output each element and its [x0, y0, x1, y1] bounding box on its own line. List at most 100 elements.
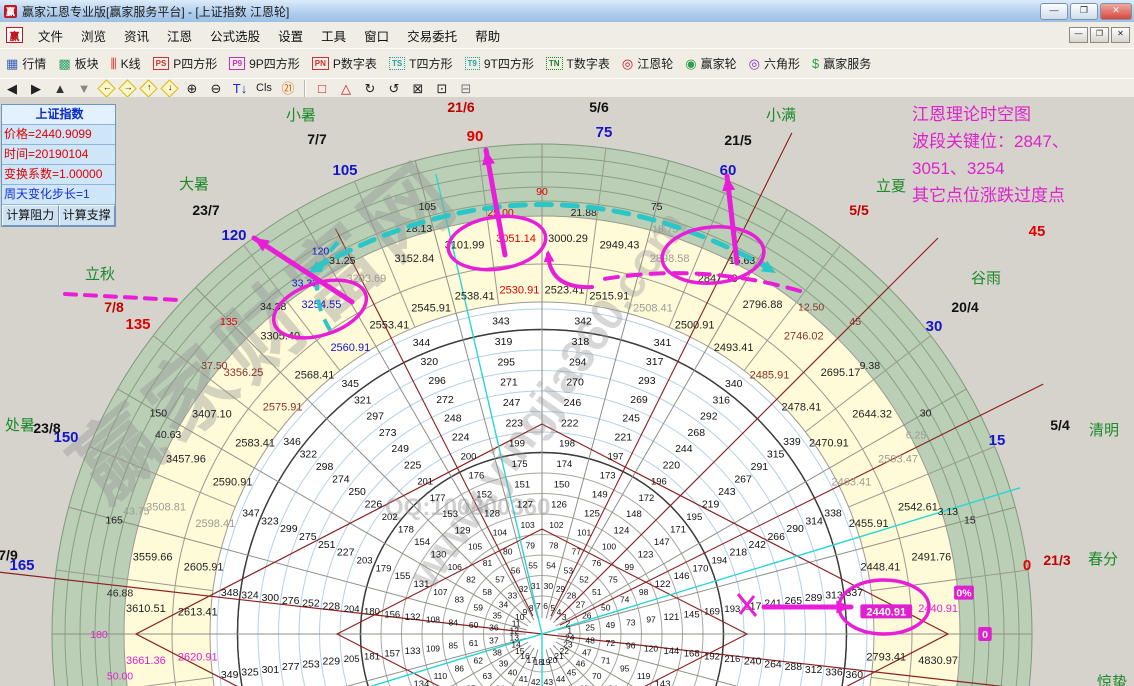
menu-bar: 赢 文件浏览资讯江恩公式选股设置工具窗口交易委托帮助 — ❐ ✕ [0, 22, 1134, 49]
spiral-number: 73 [626, 617, 636, 627]
spiral-number: 128 [484, 508, 500, 519]
diamond-up-icon[interactable]: ↑ [139, 79, 157, 97]
menu-item-浏览[interactable]: 浏览 [72, 28, 115, 46]
spiral-number: 250 [348, 486, 366, 498]
winner-wheel-icon: ◉ [685, 57, 696, 70]
spiral-number: 298 [316, 461, 334, 473]
date-label-5/5: 5/5 [849, 202, 869, 218]
diamond-right-icon[interactable]: → [118, 79, 136, 97]
price-inner-ring-value: 2530.91 [500, 285, 540, 297]
degree-ring-value: 30 [920, 408, 932, 420]
menu-item-资讯[interactable]: 资讯 [115, 28, 158, 46]
shrink-icon[interactable]: ⊡ [430, 80, 454, 97]
price-inner-ring-value: 2575.91 [263, 402, 303, 414]
toolbar-label: 赢家服务 [823, 55, 871, 72]
toolbar-button-T四方形[interactable]: TST四方形 [383, 53, 459, 74]
price-outer-ring-value: 3356.25 [224, 367, 264, 379]
toolbar-button-P四方形[interactable]: PSP四方形 [147, 53, 224, 74]
toolbar-button-江恩轮[interactable]: ◎江恩轮 [616, 53, 679, 74]
triangle-tool-icon[interactable]: △ [334, 80, 358, 97]
spiral-number: 25 [585, 623, 595, 633]
toolbar-button-赢家轮[interactable]: ◉赢家轮 [679, 53, 742, 74]
diamond-down-icon[interactable]: ↓ [160, 79, 178, 97]
expand-icon[interactable]: ⊠ [406, 80, 430, 97]
cls-button[interactable]: Cls [252, 80, 276, 97]
spiral-number: 292 [700, 411, 718, 423]
calc-resistance-button[interactable]: 计算阻力 [2, 205, 59, 226]
calendar-icon[interactable]: ㉑ [276, 80, 300, 97]
menu-item-文件[interactable]: 文件 [29, 28, 72, 46]
toolbar-button-赢家服务[interactable]: $赢家服务 [806, 53, 877, 74]
annotation-line: 其它点位涨跌过度点 [912, 182, 1130, 209]
degree-label-105: 105 [332, 162, 357, 179]
screen-icon[interactable]: ⊟ [454, 80, 478, 97]
date-label-21/3: 21/3 [1043, 552, 1070, 568]
close-button[interactable]: ✕ [1100, 3, 1132, 20]
menu-item-帮助[interactable]: 帮助 [466, 28, 509, 46]
percent-ring-value: 3.13 [938, 506, 959, 518]
spiral-number: 36 [489, 623, 499, 633]
spiral-number: 149 [592, 489, 608, 500]
prev-icon[interactable]: ◀ [0, 80, 24, 97]
percent-ring-value: 0% [956, 588, 972, 600]
spiral-number: 125 [584, 508, 600, 519]
rotate-cw-icon[interactable]: ↻ [358, 80, 382, 97]
spiral-number: 172 [638, 493, 654, 504]
minimize-button[interactable]: — [1040, 3, 1068, 20]
menu-item-江恩[interactable]: 江恩 [158, 28, 201, 46]
price-outer-ring-value: 2440.91 [918, 603, 958, 615]
toolbar-button-9P四方形[interactable]: P99P四方形 [223, 53, 305, 74]
calc-support-button[interactable]: 计算支撑 [59, 205, 116, 226]
toolbar-button-P数字表[interactable]: PNP数字表 [306, 53, 383, 74]
spiral-number: 336 [825, 666, 843, 678]
toolbar-button-9T四方形[interactable]: T99T四方形 [459, 53, 540, 74]
price-outer-ring-value: 3000.29 [548, 233, 588, 245]
rotate-right-tri-icon[interactable]: ▼ [72, 80, 96, 97]
next-icon[interactable]: ▶ [24, 80, 48, 97]
rotate-left-tri-icon[interactable]: ▲ [48, 80, 72, 97]
application-window: 赢 赢家江恩专业版[赢家服务平台] - [上证指数 江恩轮] — ❐ ✕ 赢 文… [0, 0, 1134, 686]
toolbar-label: T数字表 [567, 55, 610, 72]
toolbar-button-板块[interactable]: ▩板块 [52, 53, 104, 74]
mdi-minimize-button[interactable]: — [1069, 27, 1088, 43]
mdi-restore-button[interactable]: ❐ [1090, 27, 1109, 43]
degree-ring-value: 45 [849, 316, 861, 328]
toolbar-button-六角形[interactable]: ◎六角形 [743, 53, 806, 74]
zoom-in-icon[interactable]: ⊕ [180, 80, 204, 97]
panel-time: 时间=20190104 [2, 145, 115, 165]
spiral-number: 178 [398, 525, 414, 536]
degree-label-75: 75 [596, 124, 613, 141]
price-time-icon[interactable]: T↓ [228, 80, 252, 97]
mdi-close-button[interactable]: ✕ [1111, 27, 1130, 43]
spiral-number: 274 [332, 474, 350, 486]
spiral-number: 341 [654, 337, 672, 349]
price-outer-ring-value: 3661.36 [126, 655, 166, 667]
diamond-left-icon[interactable]: ← [97, 79, 115, 97]
spiral-number: 33 [508, 591, 518, 601]
menu-item-设置[interactable]: 设置 [269, 28, 312, 46]
price-outer-ring-value: 3457.96 [166, 453, 206, 465]
spiral-number: 229 [323, 656, 341, 668]
menu-item-工具[interactable]: 工具 [312, 28, 355, 46]
menu-item-公式选股[interactable]: 公式选股 [201, 28, 269, 46]
price-outer-ring-value: 2644.32 [852, 408, 892, 420]
square-tool-icon[interactable]: □ [310, 80, 334, 97]
price-inner-ring-value: 2508.41 [633, 302, 673, 314]
spiral-number: 317 [646, 356, 664, 368]
zoom-out-icon[interactable]: ⊖ [204, 80, 228, 97]
toolbar-button-K线[interactable]: ⫼K线 [105, 53, 147, 74]
spiral-number: 289 [805, 592, 823, 604]
spiral-number: 300 [262, 592, 280, 604]
restore-button[interactable]: ❐ [1070, 3, 1098, 20]
toolbar-button-行情[interactable]: ▦行情 [0, 53, 52, 74]
menu-item-交易委托[interactable]: 交易委托 [398, 28, 466, 46]
rotate-ccw-icon[interactable]: ↺ [382, 80, 406, 97]
toolbar-button-T数字表[interactable]: TNT数字表 [540, 53, 616, 74]
percent-ring-value: 12.50 [798, 301, 824, 313]
spiral-number: 294 [569, 356, 587, 368]
main-toolbar: ▦行情▩板块⫼K线PSP四方形P99P四方形PNP数字表TST四方形T99T四方… [0, 48, 1134, 79]
spiral-number: 264 [764, 658, 782, 670]
spiral-number: 42 [531, 677, 541, 686]
menu-item-窗口[interactable]: 窗口 [355, 28, 398, 46]
spiral-number: 5 [550, 603, 555, 613]
